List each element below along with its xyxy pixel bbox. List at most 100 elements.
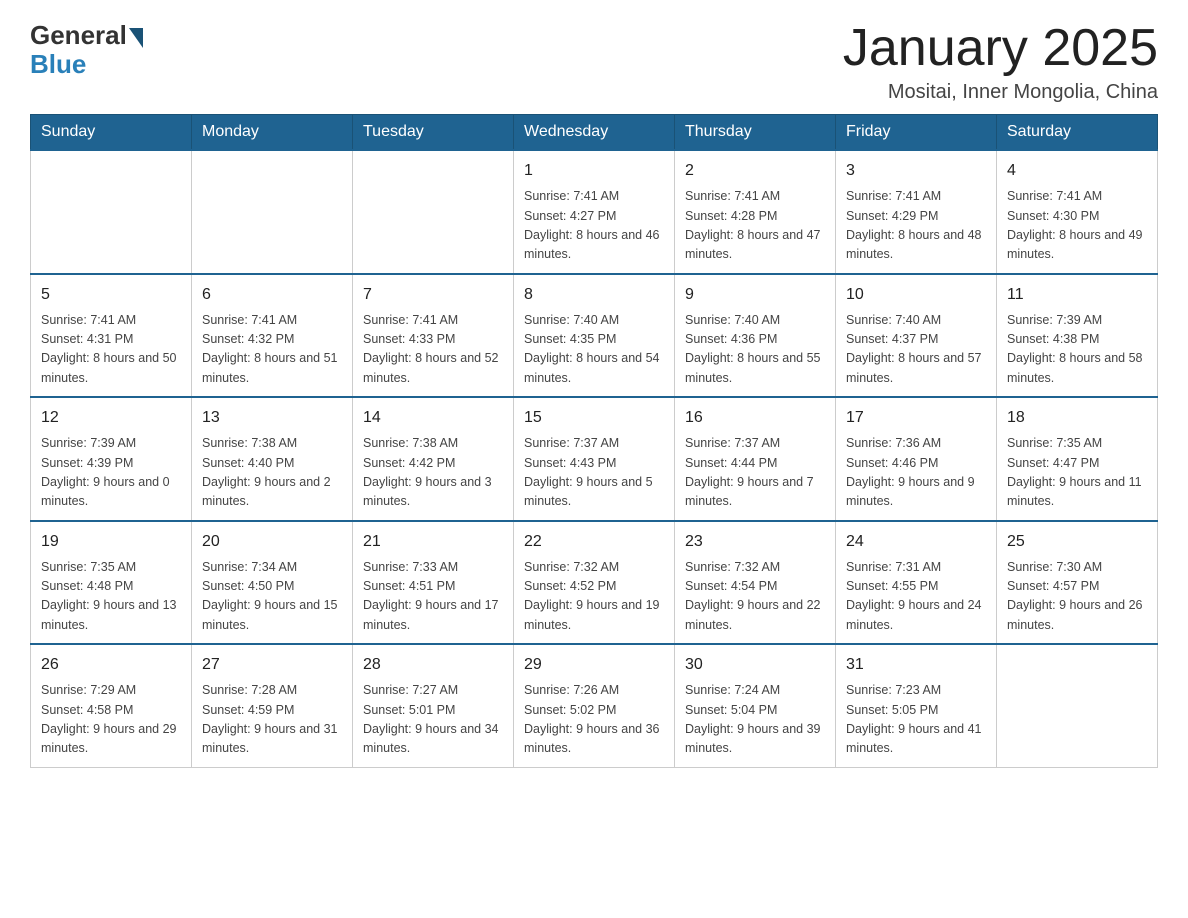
day-number: 16: [685, 406, 825, 430]
day-number: 20: [202, 530, 342, 554]
day-number: 23: [685, 530, 825, 554]
calendar-week-row: 1Sunrise: 7:41 AM Sunset: 4:27 PM Daylig…: [31, 150, 1158, 274]
day-number: 26: [41, 653, 181, 677]
day-info: Sunrise: 7:41 AM Sunset: 4:32 PM Dayligh…: [202, 311, 342, 389]
calendar-day-cell: 8 Sunrise: 7:40 AM Sunset: 4:35 PM Daylig…: [514, 274, 675, 398]
calendar-day-cell: 6 Sunrise: 7:41 AM Sunset: 4:32 PM Daylig…: [192, 274, 353, 398]
calendar-week-row: 5 Sunrise: 7:41 AM Sunset: 4:31 PM Daylig…: [31, 274, 1158, 398]
calendar-day-cell: [353, 150, 514, 274]
day-info: Sunrise: 7:37 AM Sunset: 4:43 PM Dayligh…: [524, 434, 664, 512]
day-number: 7: [363, 283, 503, 307]
day-info: Sunrise: 7:36 AM Sunset: 4:46 PM Dayligh…: [846, 434, 986, 512]
day-number: 10: [846, 283, 986, 307]
day-of-week-header: Monday: [192, 115, 353, 151]
calendar-week-row: 26 Sunrise: 7:29 AM Sunset: 4:58 PM Dayli…: [31, 644, 1158, 767]
day-info: Sunrise: 7:34 AM Sunset: 4:50 PM Dayligh…: [202, 558, 342, 636]
calendar-day-cell: 15Sunrise: 7:37 AM Sunset: 4:43 PM Dayli…: [514, 397, 675, 521]
day-info: Sunrise: 7:33 AM Sunset: 4:51 PM Dayligh…: [363, 558, 503, 636]
day-number: 30: [685, 653, 825, 677]
calendar-header-row: SundayMondayTuesdayWednesdayThursdayFrid…: [31, 115, 1158, 151]
day-number: 11: [1007, 283, 1147, 307]
title-block: January 2025 Mositai, Inner Mongolia, Ch…: [843, 20, 1158, 104]
day-number: 1: [524, 159, 664, 183]
calendar-day-cell: 12 Sunrise: 7:39 AM Sunset: 4:39 PM Dayli…: [31, 397, 192, 521]
day-number: 31: [846, 653, 986, 677]
day-number: 24: [846, 530, 986, 554]
day-of-week-header: Sunday: [31, 115, 192, 151]
calendar-week-row: 12 Sunrise: 7:39 AM Sunset: 4:39 PM Dayli…: [31, 397, 1158, 521]
day-info: Sunrise: 7:40 AM Sunset: 4:35 PM Dayligh…: [524, 311, 664, 389]
day-info: Sunrise: 7:28 AM Sunset: 4:59 PM Dayligh…: [202, 681, 342, 759]
calendar-day-cell: 31 Sunrise: 7:23 AM Sunset: 5:05 PM Dayli…: [836, 644, 997, 767]
day-number: 19: [41, 530, 181, 554]
day-number: 29: [524, 653, 664, 677]
day-number: 8: [524, 283, 664, 307]
calendar-day-cell: 24 Sunrise: 7:31 AM Sunset: 4:55 PM Dayli…: [836, 521, 997, 645]
day-number: 2: [685, 159, 825, 183]
day-of-week-header: Tuesday: [353, 115, 514, 151]
day-info: Sunrise: 7:40 AM Sunset: 4:37 PM Dayligh…: [846, 311, 986, 389]
calendar-day-cell: 26 Sunrise: 7:29 AM Sunset: 4:58 PM Dayli…: [31, 644, 192, 767]
logo-arrow-icon: [129, 28, 143, 48]
calendar-day-cell: 16 Sunrise: 7:37 AM Sunset: 4:44 PM Dayli…: [675, 397, 836, 521]
calendar-day-cell: 27 Sunrise: 7:28 AM Sunset: 4:59 PM Dayli…: [192, 644, 353, 767]
calendar-day-cell: 5 Sunrise: 7:41 AM Sunset: 4:31 PM Daylig…: [31, 274, 192, 398]
calendar-day-cell: 30Sunrise: 7:24 AM Sunset: 5:04 PM Dayli…: [675, 644, 836, 767]
day-number: 4: [1007, 159, 1147, 183]
day-info: Sunrise: 7:38 AM Sunset: 4:40 PM Dayligh…: [202, 434, 342, 512]
day-info: Sunrise: 7:39 AM Sunset: 4:39 PM Dayligh…: [41, 434, 181, 512]
day-info: Sunrise: 7:30 AM Sunset: 4:57 PM Dayligh…: [1007, 558, 1147, 636]
calendar-day-cell: [997, 644, 1158, 767]
calendar-day-cell: 29 Sunrise: 7:26 AM Sunset: 5:02 PM Dayli…: [514, 644, 675, 767]
calendar-day-cell: 10 Sunrise: 7:40 AM Sunset: 4:37 PM Dayli…: [836, 274, 997, 398]
day-info: Sunrise: 7:32 AM Sunset: 4:54 PM Dayligh…: [685, 558, 825, 636]
calendar-day-cell: 11 Sunrise: 7:39 AM Sunset: 4:38 PM Dayli…: [997, 274, 1158, 398]
day-number: 21: [363, 530, 503, 554]
day-number: 13: [202, 406, 342, 430]
calendar-day-cell: 3Sunrise: 7:41 AM Sunset: 4:29 PM Daylig…: [836, 150, 997, 274]
day-of-week-header: Thursday: [675, 115, 836, 151]
day-number: 27: [202, 653, 342, 677]
day-number: 9: [685, 283, 825, 307]
calendar-day-cell: 22 Sunrise: 7:32 AM Sunset: 4:52 PM Dayli…: [514, 521, 675, 645]
calendar-day-cell: 18Sunrise: 7:35 AM Sunset: 4:47 PM Dayli…: [997, 397, 1158, 521]
day-of-week-header: Saturday: [997, 115, 1158, 151]
day-number: 18: [1007, 406, 1147, 430]
day-number: 12: [41, 406, 181, 430]
calendar-day-cell: 25Sunrise: 7:30 AM Sunset: 4:57 PM Dayli…: [997, 521, 1158, 645]
calendar-week-row: 19 Sunrise: 7:35 AM Sunset: 4:48 PM Dayli…: [31, 521, 1158, 645]
calendar-day-cell: 4 Sunrise: 7:41 AM Sunset: 4:30 PM Daylig…: [997, 150, 1158, 274]
day-info: Sunrise: 7:31 AM Sunset: 4:55 PM Dayligh…: [846, 558, 986, 636]
calendar-day-cell: 17 Sunrise: 7:36 AM Sunset: 4:46 PM Dayli…: [836, 397, 997, 521]
calendar-day-cell: 23 Sunrise: 7:32 AM Sunset: 4:54 PM Dayli…: [675, 521, 836, 645]
calendar-day-cell: 9 Sunrise: 7:40 AM Sunset: 4:36 PM Daylig…: [675, 274, 836, 398]
month-title: January 2025: [843, 20, 1158, 77]
day-number: 22: [524, 530, 664, 554]
day-info: Sunrise: 7:40 AM Sunset: 4:36 PM Dayligh…: [685, 311, 825, 389]
day-info: Sunrise: 7:27 AM Sunset: 5:01 PM Dayligh…: [363, 681, 503, 759]
calendar-day-cell: 20 Sunrise: 7:34 AM Sunset: 4:50 PM Dayli…: [192, 521, 353, 645]
calendar-table: SundayMondayTuesdayWednesdayThursdayFrid…: [30, 114, 1158, 768]
day-of-week-header: Friday: [836, 115, 997, 151]
calendar-day-cell: 19 Sunrise: 7:35 AM Sunset: 4:48 PM Dayli…: [31, 521, 192, 645]
calendar-day-cell: [31, 150, 192, 274]
day-info: Sunrise: 7:23 AM Sunset: 5:05 PM Dayligh…: [846, 681, 986, 759]
day-info: Sunrise: 7:39 AM Sunset: 4:38 PM Dayligh…: [1007, 311, 1147, 389]
page-header: General Blue January 2025 Mositai, Inner…: [30, 20, 1158, 104]
calendar-day-cell: 14Sunrise: 7:38 AM Sunset: 4:42 PM Dayli…: [353, 397, 514, 521]
day-info: Sunrise: 7:26 AM Sunset: 5:02 PM Dayligh…: [524, 681, 664, 759]
day-of-week-header: Wednesday: [514, 115, 675, 151]
day-info: Sunrise: 7:41 AM Sunset: 4:31 PM Dayligh…: [41, 311, 181, 389]
day-number: 6: [202, 283, 342, 307]
logo-blue-text: Blue: [30, 49, 86, 80]
day-info: Sunrise: 7:29 AM Sunset: 4:58 PM Dayligh…: [41, 681, 181, 759]
calendar-day-cell: 7Sunrise: 7:41 AM Sunset: 4:33 PM Daylig…: [353, 274, 514, 398]
day-info: Sunrise: 7:41 AM Sunset: 4:28 PM Dayligh…: [685, 187, 825, 265]
day-info: Sunrise: 7:41 AM Sunset: 4:30 PM Dayligh…: [1007, 187, 1147, 265]
day-info: Sunrise: 7:32 AM Sunset: 4:52 PM Dayligh…: [524, 558, 664, 636]
day-info: Sunrise: 7:37 AM Sunset: 4:44 PM Dayligh…: [685, 434, 825, 512]
day-number: 17: [846, 406, 986, 430]
day-number: 3: [846, 159, 986, 183]
day-number: 5: [41, 283, 181, 307]
day-info: Sunrise: 7:35 AM Sunset: 4:48 PM Dayligh…: [41, 558, 181, 636]
